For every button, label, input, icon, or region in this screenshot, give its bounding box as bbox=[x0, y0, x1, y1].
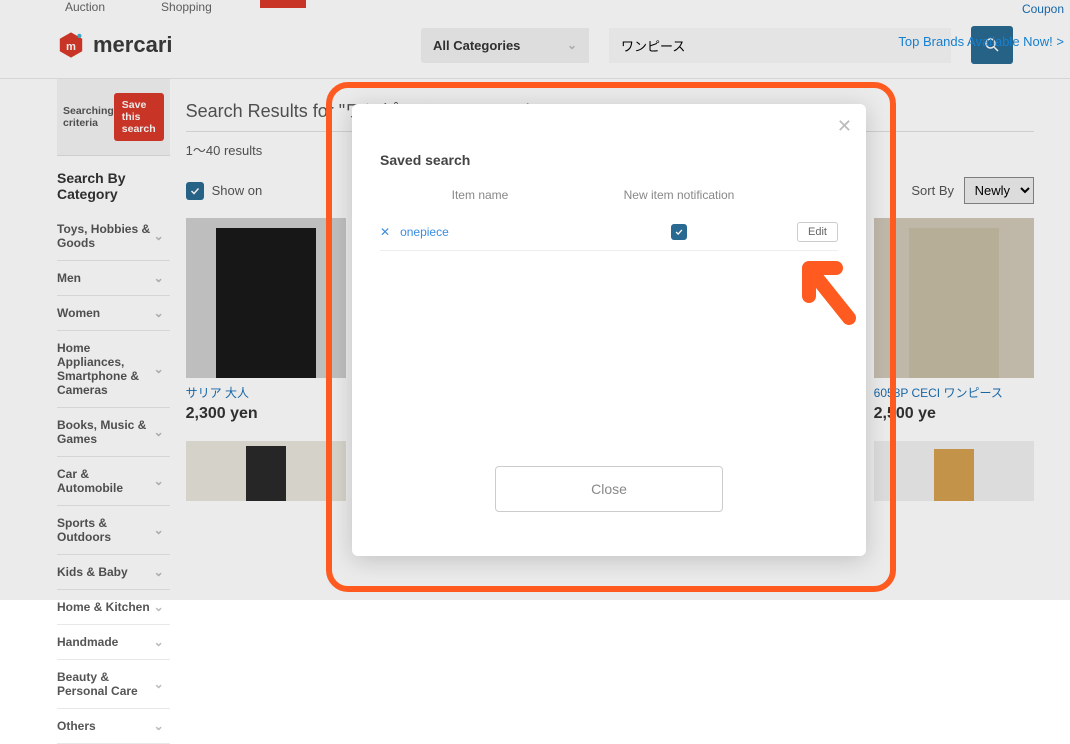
sidebar-cat-beauty[interactable]: Beauty & Personal Care⌄ bbox=[57, 660, 170, 709]
sidebar-cat-handmade[interactable]: Handmade⌄ bbox=[57, 625, 170, 660]
chevron-down-icon: ⌄ bbox=[154, 600, 164, 614]
annotation-highlight bbox=[326, 82, 896, 592]
chevron-down-icon: ⌄ bbox=[154, 719, 164, 733]
chevron-down-icon: ⌄ bbox=[154, 635, 164, 649]
sidebar-cat-others[interactable]: Others⌄ bbox=[57, 709, 170, 744]
chevron-down-icon: ⌄ bbox=[154, 677, 164, 691]
